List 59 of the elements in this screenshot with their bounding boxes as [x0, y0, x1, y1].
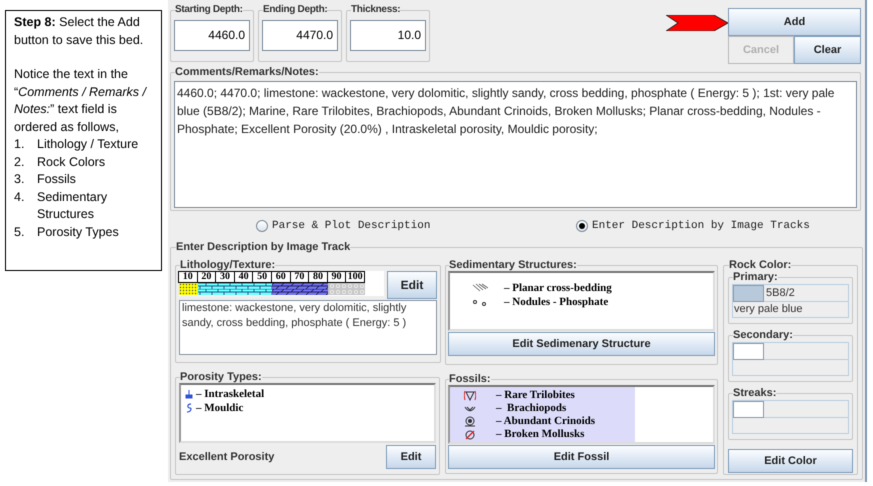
edit-structure-button[interactable]: Edit Sedimenary Structure [448, 332, 715, 356]
group-label: Starting Depth: [175, 4, 243, 16]
comments-field[interactable]: 4460.0; 4470.0; limestone: wackestone, very dolomitic, slightly sandy, cross bedding, phosphate ( Energy: 5 ); 1st: very pale blue (5B8/2); Marine, Rare Trilobites, Brachiopods, Abundant Crinoids, Broken Mollusks; Planar cross-bedding, Nodules - Phosphate; Excellent Porosity (20.0%) , Intraskeletal porosity, Mouldic porosity; [174, 81, 857, 208]
edit-fossil-button[interactable]: Edit Fossil [448, 445, 715, 469]
arrow-icon [666, 15, 728, 31]
curl-icon [185, 403, 193, 413]
depth-field[interactable]: 10.0 [350, 20, 426, 51]
color-name: very pale blue [732, 302, 849, 318]
fossil-item: – Broken Mollusks [496, 427, 584, 442]
group-label: Rock Color: [729, 259, 792, 271]
radio-button[interactable] [576, 220, 588, 232]
list-number: 4. [14, 188, 26, 206]
depth-field[interactable]: 4470.0 [262, 20, 338, 51]
fossil-item: – Brachiopods [496, 401, 566, 416]
list-item-text: Sedimentary Structures [37, 188, 108, 223]
list-number: 1. [14, 136, 26, 153]
action-button[interactable]: Add [728, 8, 861, 36]
list-number: 3. [14, 171, 26, 188]
list-item-text: Lithology / Texture [37, 136, 138, 153]
structure-item: – Planar cross-bedding [504, 280, 612, 296]
depth-field[interactable]: 4460.0 [174, 20, 250, 51]
instruction-text: Notice the text in the “Comments / Remarks / Notes:” text field is ordered as follows, [14, 66, 148, 136]
dots-icon [472, 297, 488, 307]
group-label: Streaks: [733, 387, 776, 399]
list-number: 2. [14, 154, 26, 170]
edit-color-button[interactable]: Edit Color [728, 449, 853, 473]
fossil-item: – Rare Trilobites [496, 388, 575, 403]
group-label: Fossils: [449, 373, 491, 385]
list-item-text: Porosity Types [37, 224, 119, 241]
group-label: Lithology/Texture: [180, 259, 276, 271]
group-label: Comments/Remarks/Notes: [175, 66, 319, 78]
fossil-item: – Abundant Crinoids [496, 414, 596, 429]
color-code: 5B8/2 [765, 286, 795, 301]
hatching-icon [472, 283, 488, 293]
edit-button[interactable]: Edit [387, 271, 437, 299]
group-label: Enter Description by Image Track [176, 241, 350, 253]
instruction-text: Step 8: Select the Add button to save this bed. [14, 14, 144, 48]
group-label: Ending Depth: [263, 4, 328, 16]
porosity-item: – Intraskeletal [196, 386, 264, 402]
porosity-item: – Mouldic [196, 400, 244, 416]
lithology-description: limestone: wackestone, very dolomitic, slightly sandy, cross bedding, phosphate ( Energy: 5 ) [179, 300, 437, 355]
group-label: Porosity Types: [180, 371, 262, 383]
trilobite-icon [464, 390, 476, 401]
group-label: Thickness: [351, 4, 400, 16]
list-item-text: Rock Colors [37, 154, 106, 170]
edit-button[interactable]: Edit [386, 445, 436, 469]
group-label: Secondary: [733, 329, 793, 341]
porosity-summary: Excellent Porosity [179, 450, 274, 465]
structure-item: – Nodules - Phosphate [504, 294, 608, 310]
action-button[interactable]: Clear [794, 36, 861, 64]
ring-icon [464, 416, 476, 427]
radio-option[interactable]: Enter Description by Image Tracks [576, 218, 810, 234]
group-label: Primary: [733, 271, 778, 283]
radio-option[interactable]: Parse & Plot Description [256, 218, 576, 234]
group-label: Sedimentary Structures: [449, 259, 577, 271]
list-item-text: Fossils [37, 171, 76, 188]
scale-label: 100 [345, 271, 365, 283]
list-number: 5. [14, 224, 26, 240]
radio-button[interactable] [256, 220, 268, 232]
